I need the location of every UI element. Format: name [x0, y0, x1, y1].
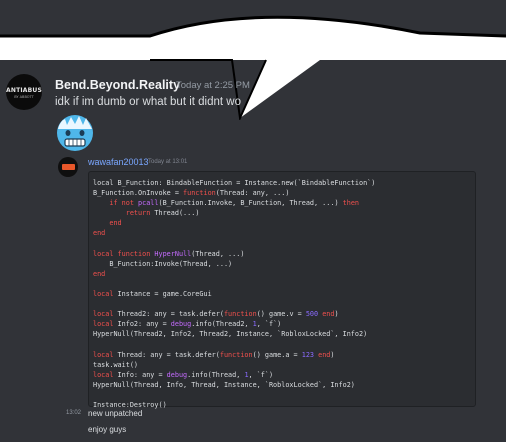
outer-vignette	[0, 0, 506, 442]
